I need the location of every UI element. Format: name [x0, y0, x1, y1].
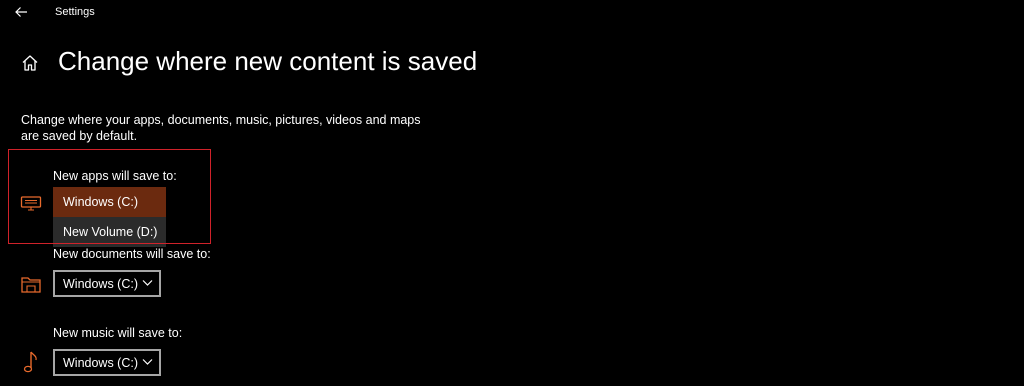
music-icon-wrap — [22, 350, 40, 379]
folder-icon — [21, 277, 41, 293]
page-title: Change where new content is saved — [58, 46, 478, 76]
page-description: Change where your apps, documents, music… — [21, 113, 421, 143]
music-save-label: New music will save to: — [53, 326, 183, 340]
documents-save-dropdown[interactable]: Windows (C:) — [53, 270, 161, 297]
chevron-down-icon — [142, 280, 153, 286]
home-button[interactable] — [20, 53, 40, 73]
title-bar: Settings — [0, 0, 1024, 26]
back-arrow-icon — [15, 7, 27, 17]
documents-save-selected: Windows (C:) — [63, 276, 139, 291]
back-button[interactable] — [12, 2, 32, 22]
window-title: Settings — [55, 6, 95, 18]
highlight-box — [8, 149, 211, 244]
chevron-down-icon — [142, 359, 153, 365]
music-note-icon — [23, 351, 37, 373]
documents-save-label: New documents will save to: — [53, 247, 211, 261]
music-save-dropdown[interactable]: Windows (C:) — [53, 349, 161, 376]
documents-icon-wrap — [20, 273, 42, 300]
home-icon — [22, 55, 38, 71]
music-save-selected: Windows (C:) — [63, 355, 139, 370]
